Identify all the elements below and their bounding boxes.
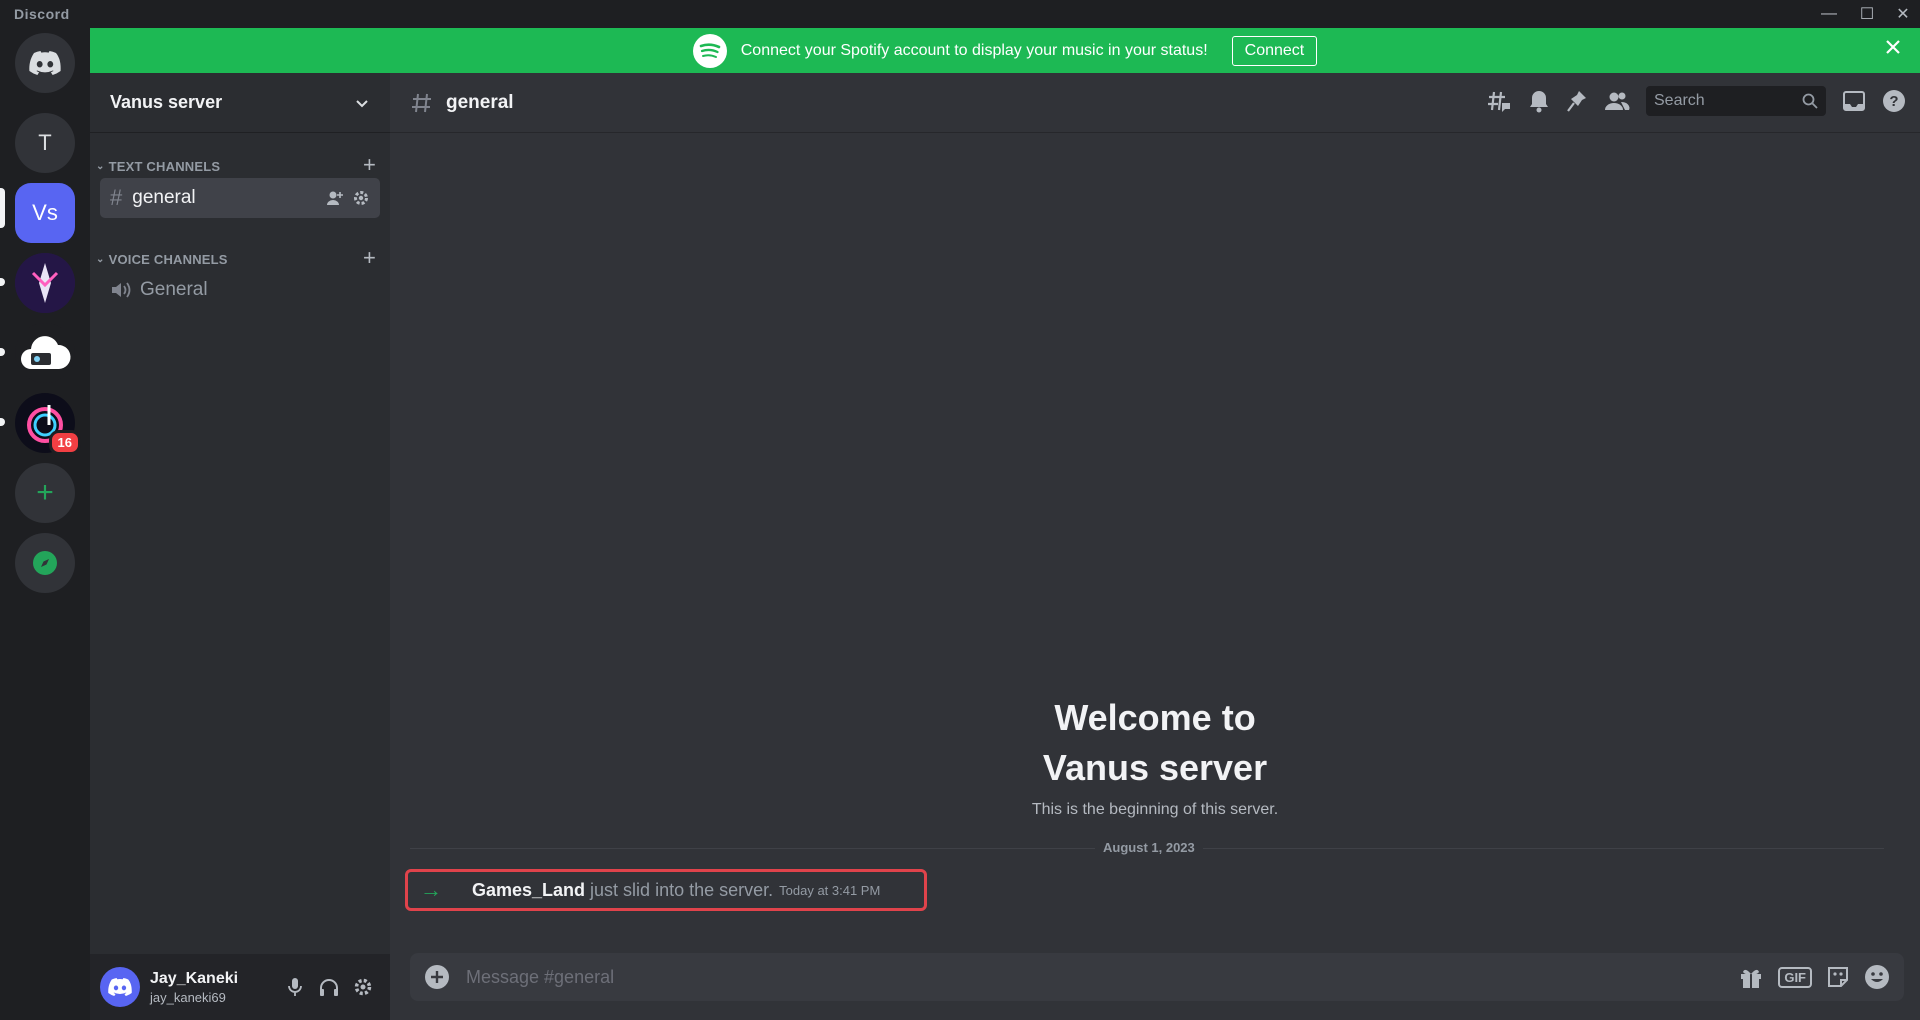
join-username[interactable]: Games_Land bbox=[472, 880, 585, 901]
gear-icon bbox=[354, 978, 372, 996]
unread-indicator bbox=[0, 348, 5, 356]
create-voice-channel-icon[interactable]: + bbox=[363, 247, 376, 269]
chat-panel: general Search ? Welcome to Vanus server… bbox=[390, 73, 1920, 1020]
join-arrow-icon: → bbox=[420, 877, 442, 902]
header-toolbar: Search ? bbox=[1486, 86, 1906, 116]
message-composer: GIF bbox=[410, 953, 1904, 1001]
hash-icon: # bbox=[110, 185, 123, 210]
welcome-subtitle: This is the beginning of this server. bbox=[1031, 801, 1279, 818]
spotify-banner: Connect your Spotify account to display … bbox=[90, 28, 1920, 73]
selected-server-indicator bbox=[0, 188, 5, 228]
category-label: VOICE CHANNELS bbox=[108, 251, 228, 267]
date-divider: August 1, 2023 bbox=[410, 840, 1884, 855]
category-text-channels[interactable]: ⌄ TEXT CHANNELS + bbox=[96, 154, 386, 177]
speaker-icon bbox=[112, 282, 131, 298]
member-list-icon[interactable] bbox=[1604, 89, 1630, 113]
main-area: Connect your Spotify account to display … bbox=[90, 28, 1920, 1020]
inbox-icon[interactable] bbox=[1842, 90, 1866, 112]
user-handle: jay_kaneki69 bbox=[150, 989, 226, 1005]
minimize-button[interactable]: — bbox=[1812, 2, 1846, 26]
upload-attachment-icon[interactable] bbox=[424, 964, 450, 990]
category-chevron-icon: ⌄ bbox=[96, 160, 105, 172]
notification-bell-icon[interactable] bbox=[1528, 89, 1550, 113]
date-divider-label: August 1, 2023 bbox=[1095, 840, 1203, 855]
help-icon[interactable]: ? bbox=[1882, 89, 1906, 113]
explore-servers-button[interactable] bbox=[15, 533, 75, 593]
unread-indicator bbox=[0, 278, 5, 286]
server-name: Vanus server bbox=[110, 92, 223, 112]
close-window-button[interactable]: ✕ bbox=[1886, 2, 1920, 26]
explore-compass-icon bbox=[33, 551, 57, 575]
sticker-icon[interactable] bbox=[1826, 965, 1850, 989]
welcome-title-line-2: Vanus server bbox=[1042, 747, 1268, 788]
search-icon bbox=[1802, 93, 1818, 109]
channel-general[interactable]: # general bbox=[100, 178, 380, 218]
server-t[interactable]: T bbox=[15, 113, 75, 173]
category-chevron-icon: ⌄ bbox=[96, 253, 105, 265]
unread-indicator bbox=[0, 418, 5, 426]
add-server-icon: + bbox=[36, 476, 54, 509]
svg-text:?: ? bbox=[1889, 93, 1898, 110]
server-header-dropdown[interactable]: Vanus server bbox=[90, 73, 390, 133]
chevron-down-icon bbox=[356, 99, 368, 107]
app-name: Discord bbox=[14, 6, 70, 22]
microphone-icon bbox=[288, 978, 302, 996]
channel-settings-gear-icon[interactable] bbox=[352, 189, 370, 207]
threads-icon[interactable] bbox=[1486, 89, 1512, 113]
gift-icon[interactable] bbox=[1738, 964, 1764, 990]
discord-avatar-icon bbox=[108, 978, 132, 996]
gif-picker-button[interactable]: GIF bbox=[1778, 966, 1812, 988]
user-info[interactable]: Jay_Kaneki jay_kaneki69 bbox=[150, 970, 278, 1005]
channel-name: general bbox=[132, 187, 196, 208]
mention-badge: 16 bbox=[48, 430, 81, 455]
server-rail: T Vs 16 + bbox=[0, 28, 90, 1020]
banner-close-icon[interactable] bbox=[1884, 38, 1902, 61]
welcome-section: Welcome to Vanus server This is the begi… bbox=[390, 693, 1920, 819]
mute-microphone-button[interactable] bbox=[278, 970, 312, 1004]
join-text: just slid into the server. bbox=[590, 879, 774, 900]
server-vanus[interactable]: Vs bbox=[15, 183, 75, 243]
cloud-server-icon bbox=[21, 336, 71, 369]
user-settings-button[interactable] bbox=[346, 970, 380, 1004]
user-name: Jay_Kaneki bbox=[150, 969, 239, 987]
category-label: TEXT CHANNELS bbox=[108, 158, 221, 174]
server-t-label: T bbox=[38, 130, 52, 155]
deafen-button[interactable] bbox=[312, 970, 346, 1004]
user-avatar[interactable] bbox=[100, 967, 140, 1007]
category-voice-channels[interactable]: ⌄ VOICE CHANNELS + bbox=[96, 247, 386, 270]
channel-name: General bbox=[140, 279, 208, 300]
spotify-connect-button[interactable]: Connect bbox=[1231, 35, 1318, 66]
emoji-icon[interactable] bbox=[1864, 964, 1890, 990]
headphones-icon bbox=[320, 979, 338, 996]
server-vs-label: Vs bbox=[32, 200, 58, 225]
search-input[interactable]: Search bbox=[1646, 86, 1826, 116]
chat-header: general Search ? bbox=[390, 73, 1920, 133]
spotify-icon bbox=[692, 33, 727, 68]
banner-text: Connect your Spotify account to display … bbox=[740, 41, 1208, 59]
join-timestamp: Today at 3:41 PM bbox=[779, 882, 881, 898]
server-music[interactable]: 16 bbox=[15, 393, 81, 455]
discord-logo-icon bbox=[29, 51, 61, 75]
welcome-title-line-1: Welcome to bbox=[1054, 697, 1256, 738]
channel-sidebar: Vanus server ⌄ TEXT CHANNELS + # general… bbox=[90, 73, 390, 1020]
anime-server-icon bbox=[15, 253, 75, 313]
maximize-button[interactable]: ☐ bbox=[1850, 2, 1884, 26]
hash-icon bbox=[412, 93, 431, 112]
title-bar: Discord — ☐ ✕ bbox=[0, 0, 1920, 28]
search-placeholder: Search bbox=[1654, 92, 1705, 109]
pinned-messages-icon[interactable] bbox=[1566, 89, 1588, 113]
composer-tools: GIF bbox=[1738, 964, 1890, 990]
join-message: → Games_Land just slid into the server. … bbox=[405, 869, 927, 911]
server-cloud[interactable] bbox=[15, 323, 75, 383]
invite-user-icon[interactable] bbox=[326, 189, 344, 207]
discord-home-button[interactable] bbox=[15, 33, 75, 93]
channel-title: general bbox=[446, 91, 514, 113]
server-anime[interactable] bbox=[15, 253, 75, 313]
user-panel: Jay_Kaneki jay_kaneki69 bbox=[90, 954, 390, 1020]
message-input[interactable] bbox=[466, 966, 1739, 988]
add-server-button[interactable]: + bbox=[15, 463, 75, 523]
create-text-channel-icon[interactable]: + bbox=[363, 154, 376, 176]
channel-voice-general[interactable]: General bbox=[100, 270, 380, 310]
